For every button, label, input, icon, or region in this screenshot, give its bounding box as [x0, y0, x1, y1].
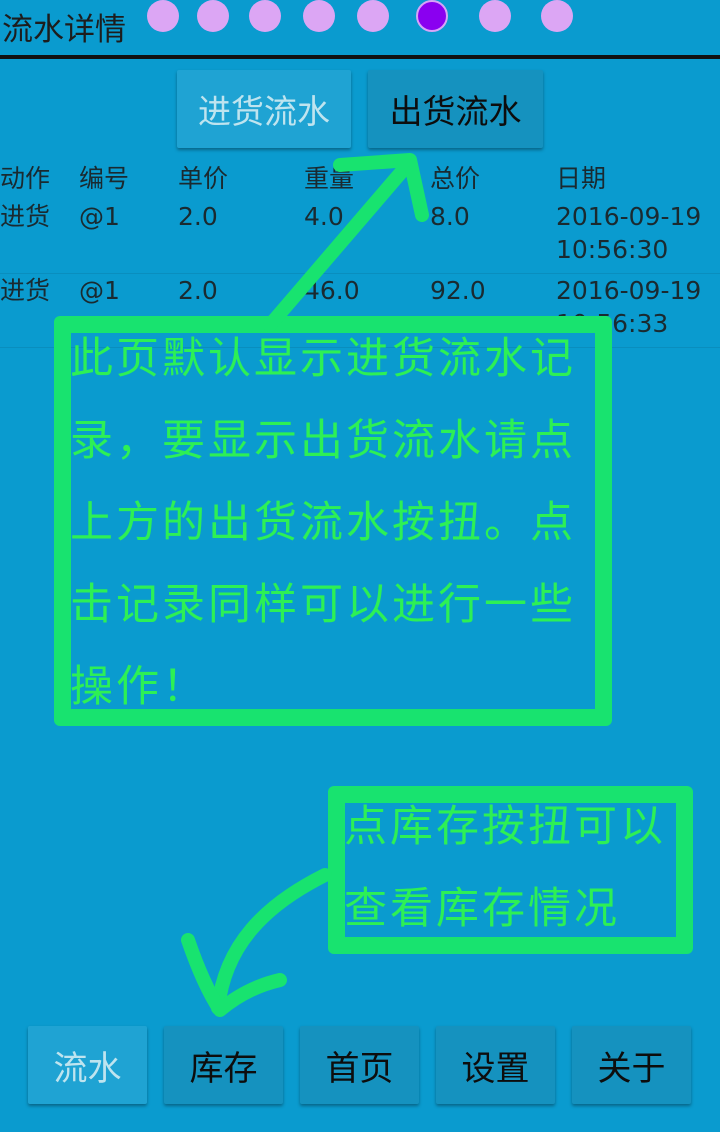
page-dot-1[interactable] [147, 0, 179, 32]
cell-weight: 4.0 [304, 202, 344, 231]
nav-home-button[interactable]: 首页 [300, 1026, 419, 1104]
cell-unit-price: 2.0 [178, 276, 218, 305]
cell-action: 进货 [0, 276, 51, 305]
page-dot-4[interactable] [303, 0, 335, 32]
arrowhead-stock-button [181, 933, 287, 1017]
column-header: 动作 [0, 164, 51, 193]
tab-outgoing-flow[interactable]: 出货流水 [368, 70, 543, 148]
page-dot-3[interactable] [249, 0, 281, 32]
cell-total: 8.0 [430, 202, 470, 231]
title-divider [0, 55, 720, 59]
table-row[interactable]: 进货 @1 2.0 4.0 8.0 2016-09-19 10:56:30 [0, 200, 720, 274]
tab-incoming-flow[interactable]: 进货流水 [177, 70, 351, 148]
column-header: 编号 [79, 164, 130, 193]
nav-stock-button[interactable]: 库存 [164, 1026, 283, 1104]
nav-settings-button[interactable]: 设置 [436, 1026, 555, 1104]
column-header: 重量 [304, 164, 355, 193]
cell-id: @1 [79, 202, 120, 231]
page-dot-5[interactable] [357, 0, 389, 32]
table-header: 动作 编号 单价 重量 总价 日期 [0, 160, 720, 200]
column-header: 单价 [178, 164, 229, 193]
cell-weight: 46.0 [304, 276, 360, 305]
cell-id: @1 [79, 276, 120, 305]
column-header: 日期 [556, 164, 607, 193]
cell-unit-price: 2.0 [178, 202, 218, 231]
nav-about-button[interactable]: 关于 [572, 1026, 691, 1104]
page-dot-7[interactable] [479, 0, 511, 32]
page-dot-6-active[interactable] [416, 0, 448, 32]
cell-date: 2016-09-19 10:56:30 [556, 202, 702, 264]
annotation-text-stock: 点库存按扭可以查看库存情况 [344, 802, 666, 934]
page-dot-2[interactable] [197, 0, 229, 32]
nav-flow-button[interactable]: 流水 [28, 1026, 147, 1104]
page-dot-8[interactable] [541, 0, 573, 32]
arrow-to-stock-button [211, 868, 332, 1015]
annotation-text-flow: 此页默认显示进货流水记录，要显示出货流水请点上方的出货流水按扭。点击记录同样可以… [70, 334, 576, 712]
column-header: 总价 [430, 164, 481, 193]
cell-total: 92.0 [430, 276, 486, 305]
cell-action: 进货 [0, 202, 51, 231]
page-indicator [0, 0, 720, 40]
